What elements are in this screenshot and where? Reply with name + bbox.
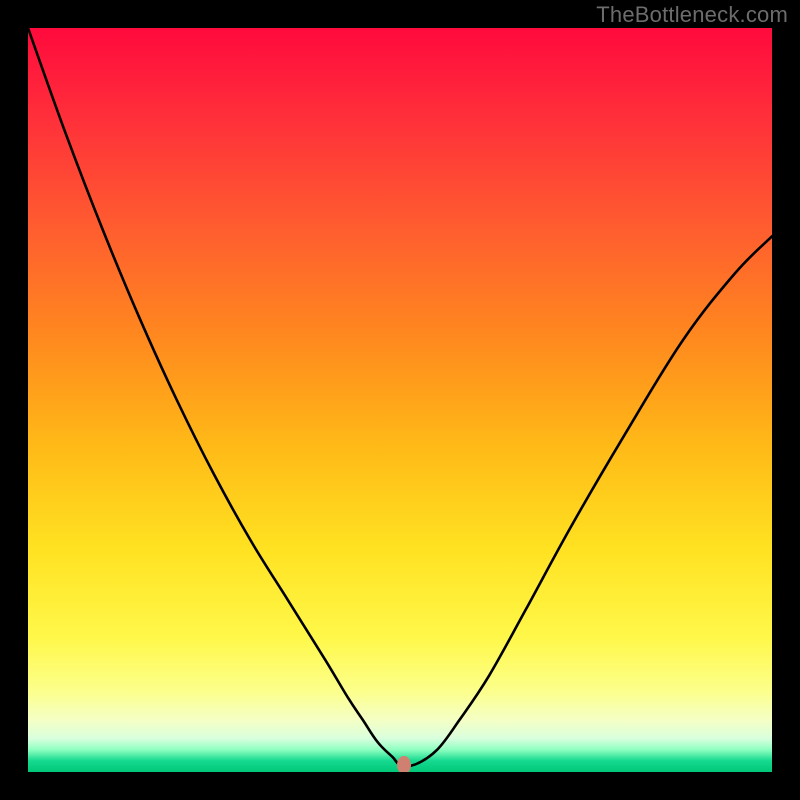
optimal-point-marker: [397, 756, 411, 772]
plot-area: [28, 28, 772, 772]
chart-frame: TheBottleneck.com: [0, 0, 800, 800]
curve-path: [28, 28, 772, 766]
bottleneck-curve: [28, 28, 772, 772]
watermark-text: TheBottleneck.com: [596, 2, 788, 28]
